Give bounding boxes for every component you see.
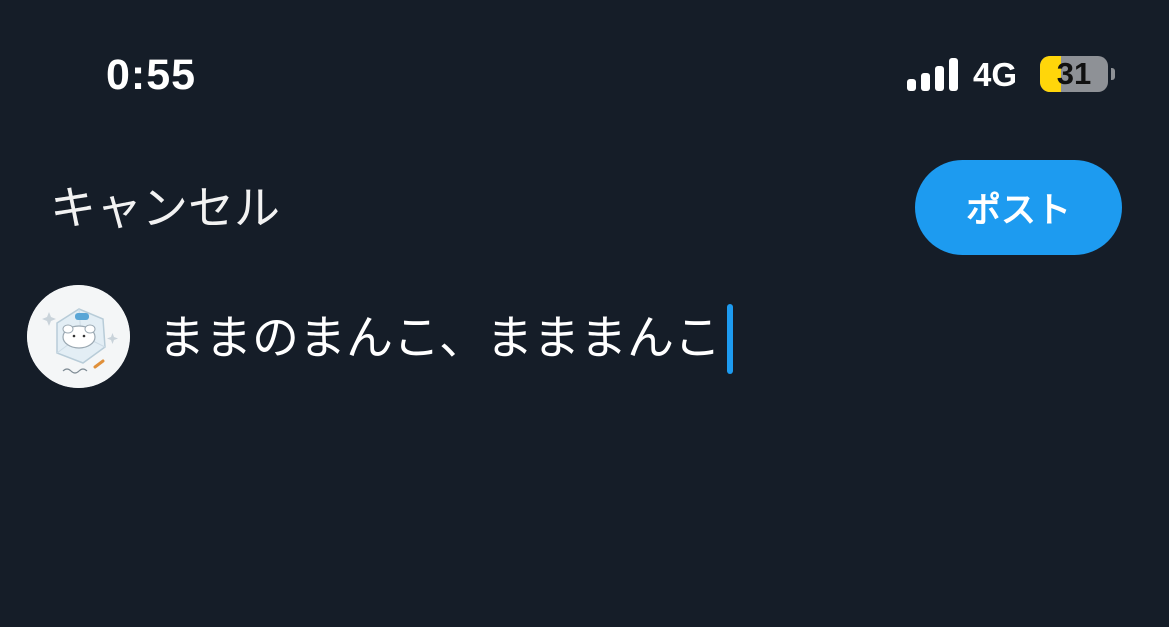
compose-screen: 0:55 4G 31 キャンセル ポスト ままのまんこ、まままんこ <box>0 0 1169 627</box>
avatar-illustration <box>27 285 130 388</box>
text-caret <box>727 304 734 374</box>
post-button[interactable]: ポスト <box>915 160 1122 255</box>
status-time: 0:55 <box>106 51 197 99</box>
battery-tip <box>1111 68 1115 80</box>
tweet-input[interactable]: ままのまんこ、まままんこ <box>158 304 734 374</box>
tweet-text: ままのまんこ、まままんこ <box>158 311 722 366</box>
cancel-button[interactable]: キャンセル <box>50 180 280 236</box>
battery-icon: 31 <box>1040 56 1108 92</box>
cellular-signal-icon <box>907 57 959 91</box>
network-type: 4G <box>973 56 1018 93</box>
avatar[interactable] <box>27 285 130 388</box>
battery-level: 31 <box>1056 56 1092 91</box>
